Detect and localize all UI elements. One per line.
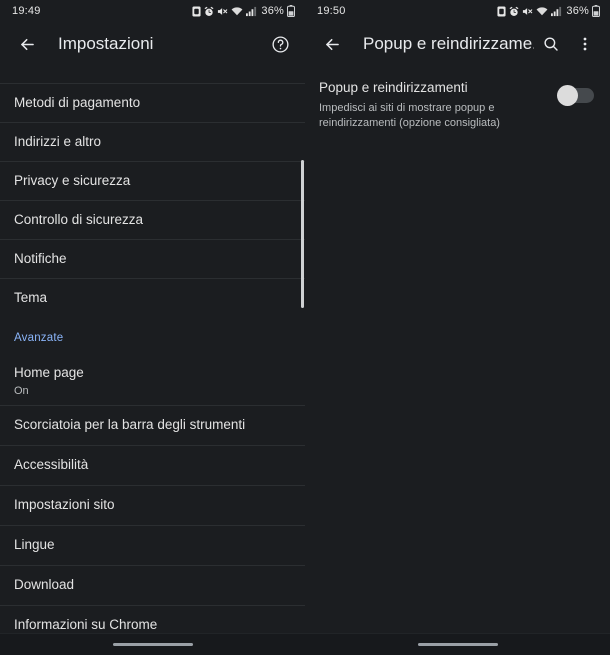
page-title: Impostazioni: [58, 34, 154, 53]
list-item[interactable]: Lingue: [0, 526, 305, 566]
dual-screenshot-container: 19:49 36% Impostazioni Metodi di pagamen…: [0, 0, 610, 655]
settings-list: Metodi di pagamento Indirizzi e altro Pr…: [0, 66, 305, 633]
list-item-label: Accessibilità: [14, 457, 89, 473]
status-time: 19:50: [317, 5, 346, 17]
list-item[interactable]: Impostazioni sito: [0, 486, 305, 526]
list-item-label: Home page: [14, 364, 84, 380]
section-header-label: Avanzate: [14, 332, 64, 344]
list-item[interactable]: Home page On: [0, 358, 305, 406]
list-item[interactable]: Download: [0, 566, 305, 606]
signal-icon: [551, 6, 562, 17]
search-icon[interactable]: [534, 27, 568, 61]
status-bar-left: 19:49 36%: [0, 0, 305, 22]
scrollbar-thumb[interactable]: [301, 160, 304, 308]
list-item-label: Lingue: [14, 537, 55, 553]
list-item-label: Informazioni su Chrome: [14, 617, 158, 633]
sim-card-icon: [192, 6, 201, 17]
app-bar-right: Popup e reindirizzame...: [305, 22, 610, 66]
list-item[interactable]: Metodi di pagamento: [0, 84, 305, 123]
section-header-advanced: Avanzate: [0, 318, 305, 358]
list-item[interactable]: Scorciatoia per la barra degli strumenti: [0, 406, 305, 446]
app-bar-left: Impostazioni: [0, 22, 305, 66]
sim-card-icon: [497, 6, 506, 17]
status-icons: 36%: [497, 5, 600, 17]
toggle-knob: [557, 84, 578, 106]
more-vertical-icon[interactable]: [568, 27, 602, 61]
mute-icon: [522, 6, 533, 17]
left-screen-settings: 19:49 36% Impostazioni Metodi di pagamen…: [0, 0, 305, 655]
home-gesture-pill[interactable]: [112, 642, 193, 647]
list-item-label: Metodi di pagamento: [14, 94, 141, 110]
alarm-icon: [204, 6, 214, 17]
popups-preference-description: Impedisci ai siti di mostrare popup e re…: [319, 101, 500, 129]
list-item[interactable]: Notifiche: [0, 240, 305, 279]
wifi-icon: [231, 6, 243, 17]
battery-icon: [287, 5, 295, 17]
battery-percent: 36%: [261, 5, 284, 17]
list-item[interactable]: Privacy e sicurezza: [0, 162, 305, 201]
alarm-icon: [509, 6, 519, 17]
list-item-label: Indirizzi e altro: [14, 133, 102, 149]
settings-list-scroll[interactable]: Metodi di pagamento Indirizzi e altro Pr…: [0, 66, 305, 633]
popups-toggle-switch[interactable]: [557, 84, 594, 106]
home-gesture-pill[interactable]: [417, 642, 498, 647]
help-circle-icon[interactable]: [263, 27, 297, 61]
battery-percent: 36%: [566, 5, 589, 17]
back-arrow-icon[interactable]: [315, 27, 349, 61]
list-item-label: Tema: [14, 290, 48, 306]
status-bar-right: 19:50 36%: [305, 0, 610, 22]
popups-preference-row[interactable]: Popup e reindirizzamenti Impedisci ai si…: [305, 66, 610, 131]
list-item-label: Impostazioni sito: [14, 497, 115, 513]
page-title: Popup e reindirizzame...: [363, 34, 534, 53]
list-item[interactable]: Informazioni su Chrome: [0, 606, 305, 633]
nav-bar-right: [305, 633, 610, 655]
list-item[interactable]: Indirizzi e altro: [0, 123, 305, 162]
status-time: 19:49: [12, 5, 41, 17]
list-item[interactable]: Controllo di sicurezza: [0, 201, 305, 240]
list-item-partial[interactable]: [0, 66, 305, 84]
list-item-label: Controllo di sicurezza: [14, 211, 144, 227]
list-item[interactable]: Accessibilità: [0, 446, 305, 486]
nav-bar-left: [0, 633, 305, 655]
list-item-sublabel: On: [14, 384, 29, 397]
battery-icon: [592, 5, 600, 17]
popups-settings-body: Popup e reindirizzamenti Impedisci ai si…: [305, 66, 610, 633]
list-item-label: Notifiche: [14, 250, 67, 266]
signal-icon: [246, 6, 257, 17]
popups-preference-text: Popup e reindirizzamenti Impedisci ai si…: [319, 80, 558, 131]
back-arrow-icon[interactable]: [10, 27, 44, 61]
popups-preference-title: Popup e reindirizzamenti: [319, 80, 468, 95]
wifi-icon: [536, 6, 548, 17]
list-item-label: Scorciatoia per la barra degli strumenti: [14, 417, 246, 433]
list-item[interactable]: Tema: [0, 279, 305, 318]
status-icons: 36%: [192, 5, 295, 17]
list-item-label: Privacy e sicurezza: [14, 172, 131, 188]
mute-icon: [217, 6, 228, 17]
list-item-label: Download: [14, 577, 75, 593]
right-screen-popups: 19:50 36% Popup e reindirizzame... Popup…: [305, 0, 610, 655]
